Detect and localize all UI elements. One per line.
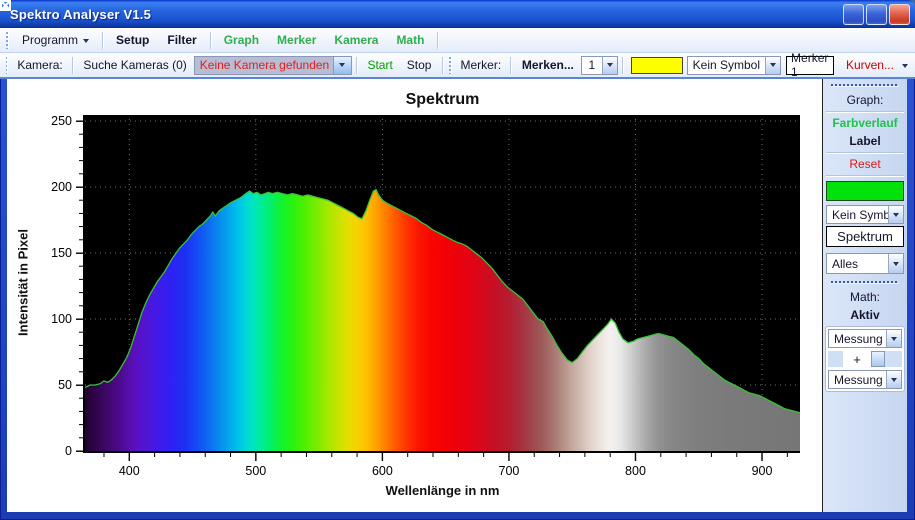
chevron-down-icon [339, 63, 345, 67]
sidebar: Graph: Farbverlauf Label Reset Kein Symb… [823, 79, 907, 512]
reset-button[interactable]: Reset [825, 155, 905, 173]
toolbar-grip[interactable] [6, 57, 8, 74]
svg-text:400: 400 [119, 464, 140, 478]
close-icon [0, 0, 11, 11]
scope-select[interactable]: Alles [826, 253, 904, 274]
svg-text:200: 200 [51, 180, 72, 194]
sidebar-grip[interactable] [831, 84, 899, 87]
graph-section-label: Graph: [825, 91, 905, 109]
math-section-label: Math: [825, 288, 905, 306]
separator [356, 57, 357, 74]
chevron-down-icon [83, 39, 89, 43]
menu-merker[interactable]: Merker [268, 31, 325, 49]
menu-programm[interactable]: Programm [13, 31, 98, 49]
combo-arrow-button[interactable] [886, 371, 901, 388]
combo-arrow-button[interactable] [888, 254, 903, 273]
close-button[interactable] [889, 4, 910, 25]
toolbar: Kamera: Suche Kameras (0) Keine Kamera g… [0, 53, 915, 79]
chevron-down-icon [607, 63, 613, 67]
merker-label: Merker: [456, 58, 507, 72]
svg-text:250: 250 [51, 114, 72, 128]
curve-name-field[interactable]: Spektrum [826, 226, 904, 247]
separator [826, 152, 904, 153]
math-panel: Messung + Messung [825, 326, 905, 392]
combo-arrow-button[interactable] [602, 57, 617, 74]
operator-value: + [843, 351, 871, 367]
separator [622, 57, 623, 74]
maximize-button[interactable] [866, 4, 887, 25]
minimize-button[interactable] [843, 4, 864, 25]
menu-setup[interactable]: Setup [107, 31, 158, 49]
curve-color-swatch[interactable] [826, 181, 904, 201]
svg-text:50: 50 [58, 378, 72, 392]
sidebar-grip[interactable] [831, 281, 899, 284]
content-area: Spektrum Intensität in Pixel Wellenlänge… [0, 79, 915, 520]
operand1-select[interactable]: Messung [828, 329, 902, 348]
chevron-down-icon [902, 64, 908, 68]
menubar: Programm Setup Filter Graph Merker Kamer… [0, 28, 915, 53]
combo-arrow-button[interactable] [765, 57, 780, 74]
svg-text:700: 700 [499, 464, 520, 478]
combo-arrow-button[interactable] [888, 206, 903, 223]
marker-number-select[interactable]: 1 [581, 56, 618, 75]
menu-filter[interactable]: Filter [158, 31, 205, 49]
toolbar-grip[interactable] [449, 57, 451, 74]
separator [437, 32, 438, 49]
chevron-down-icon [770, 63, 776, 67]
marker-name-field[interactable]: Merker 1 [786, 56, 834, 75]
combo-arrow-button[interactable] [333, 57, 351, 74]
label-button[interactable]: Label [825, 132, 905, 150]
operand2-select[interactable]: Messung [828, 370, 902, 389]
menu-math[interactable]: Math [387, 31, 433, 49]
merken-button[interactable]: Merken... [515, 56, 581, 74]
window-controls [843, 4, 910, 25]
operator-row: + [828, 350, 902, 368]
separator [72, 57, 73, 74]
menubar-grip[interactable] [6, 32, 9, 49]
separator [826, 111, 904, 112]
svg-text:600: 600 [372, 464, 393, 478]
svg-text:900: 900 [752, 464, 773, 478]
farbverlauf-button[interactable]: Farbverlauf [825, 114, 905, 132]
svg-text:150: 150 [51, 246, 72, 260]
operator-spacer [828, 351, 843, 367]
window-title: Spektro Analyser V1.5 [10, 7, 151, 22]
marker-symbol-select[interactable]: Kein Symbol [687, 56, 781, 75]
chevron-down-icon [893, 262, 899, 266]
menu-kamera[interactable]: Kamera [325, 31, 387, 49]
svg-text:0: 0 [65, 444, 72, 458]
start-button[interactable]: Start [360, 56, 399, 74]
app-window: Spektro Analyser V1.5 Programm Setup Fil… [0, 0, 915, 520]
chevron-down-icon [891, 337, 897, 341]
operator-select[interactable] [871, 351, 885, 367]
operator-spacer [885, 351, 902, 367]
chart-panel: Spektrum Intensität in Pixel Wellenlänge… [7, 79, 823, 512]
spectrum-chart[interactable]: 0 50 100 150 200 250 400 500 600 700 800 900 [7, 79, 822, 511]
aktiv-button[interactable]: Aktiv [825, 306, 905, 324]
stop-button[interactable]: Stop [400, 56, 439, 74]
chevron-down-icon [893, 213, 899, 217]
camera-select[interactable]: Keine Kamera gefunden [194, 56, 352, 75]
spacer [825, 248, 905, 252]
separator [510, 57, 511, 74]
separator [210, 32, 211, 49]
marker-color-swatch[interactable] [631, 57, 683, 74]
separator [442, 57, 443, 74]
separator [826, 175, 904, 176]
combo-arrow-button[interactable] [886, 330, 901, 347]
svg-text:500: 500 [245, 464, 266, 478]
kurven-button[interactable]: Kurven... [839, 56, 915, 74]
curve-symbol-select[interactable]: Kein Symbol [826, 205, 904, 224]
separator [102, 32, 103, 49]
kamera-label: Kamera: [12, 58, 67, 72]
chevron-down-icon [891, 378, 897, 382]
search-cameras-button[interactable]: Suche Kameras (0) [76, 56, 193, 74]
titlebar[interactable]: Spektro Analyser V1.5 [0, 0, 915, 28]
menu-graph[interactable]: Graph [215, 31, 268, 49]
svg-text:100: 100 [51, 312, 72, 326]
svg-text:800: 800 [625, 464, 646, 478]
